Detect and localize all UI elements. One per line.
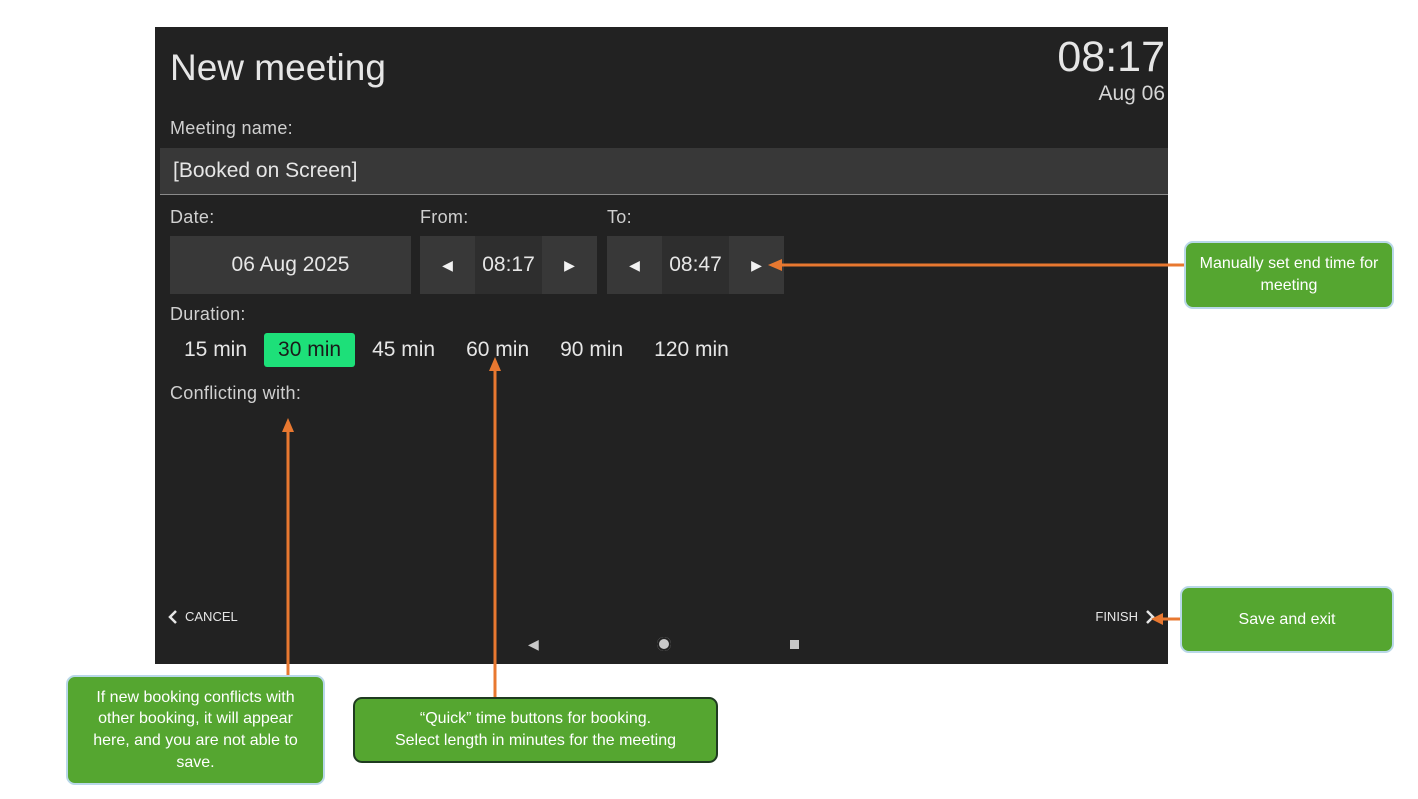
callout-save-exit: Save and exit [1180, 586, 1394, 653]
callout-quick-buttons: “Quick” time buttons for booking. Select… [353, 697, 718, 763]
callout-quick-line1: “Quick” time buttons for booking. [419, 710, 652, 728]
callout-end-time: Manually set end time for meeting [1184, 241, 1394, 309]
callout-quick-line2: Select length in minutes for the meeting [394, 732, 677, 749]
callout-conflicts: If new booking conflicts with other book… [66, 675, 325, 785]
